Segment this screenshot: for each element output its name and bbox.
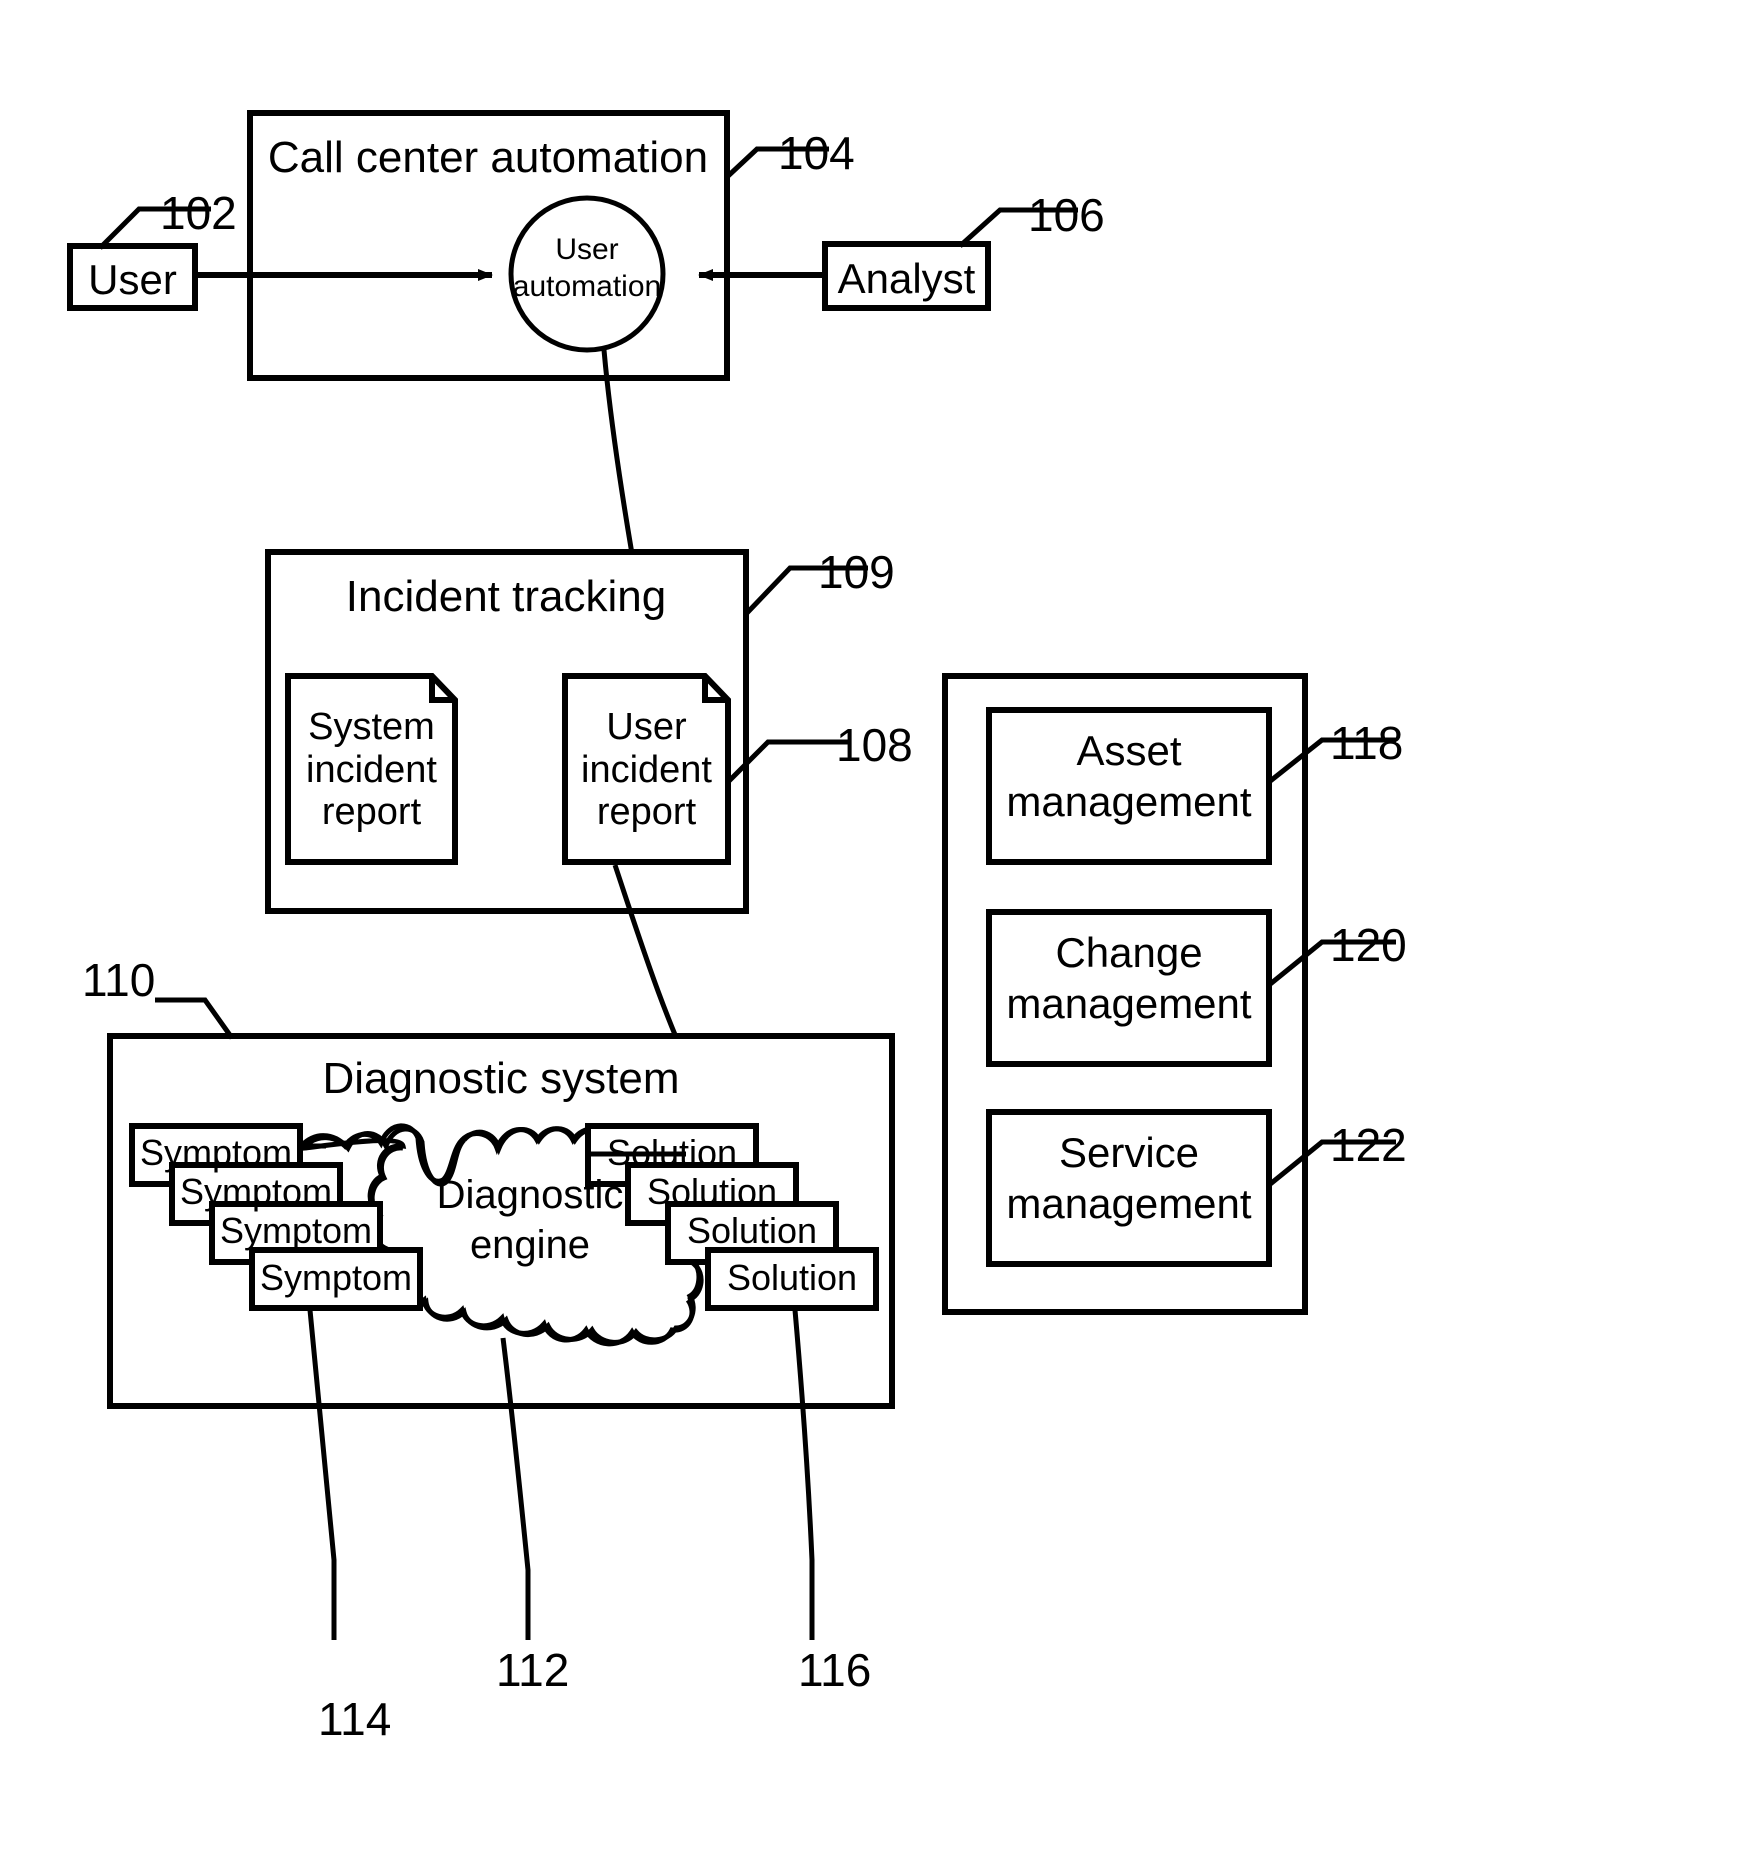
service-management-label: Service management [1006, 1129, 1252, 1228]
leader-110 [155, 997, 235, 1040]
user-label: User [88, 256, 177, 303]
solution-label-4: Solution [606, 1132, 738, 1173]
ref-numeral-108: 108 [836, 719, 913, 771]
ref-numeral-109: 109 [818, 546, 895, 598]
ref-numeral-110: 110 [82, 954, 156, 1006]
symptom-label-2: Symptom [219, 1210, 373, 1251]
user-incident-report-label: User incident report [581, 706, 712, 834]
solution-label-2: Solution [686, 1210, 818, 1251]
analyst-label: Analyst [837, 255, 976, 302]
ref-numeral-116: 116 [798, 1644, 872, 1696]
ref-numeral-122: 122 [1330, 1119, 1407, 1171]
change-management-label: Change management [1006, 929, 1252, 1028]
incident-tracking-title: Incident tracking [345, 572, 667, 621]
user-automation-label-line2: automation [512, 270, 662, 303]
system-incident-report-label: System incident report [306, 706, 437, 834]
ref-numeral-104: 104 [778, 127, 855, 179]
ref-numeral-118: 118 [1330, 717, 1404, 769]
ref-numeral-120: 120 [1330, 919, 1407, 971]
symptom-label-1: Symptom [259, 1257, 413, 1298]
ref-numeral-102: 102 [160, 187, 237, 239]
solution-label-3: Solution [646, 1171, 778, 1212]
diagnostic-system-title: Diagnostic system [322, 1054, 680, 1103]
solution-label-1: Solution [726, 1257, 858, 1298]
ref-numeral-106: 106 [1028, 189, 1105, 241]
user-automation-label-line1: User [555, 233, 619, 266]
symptom-label-3: Symptom [179, 1171, 333, 1212]
ref-numeral-112: 112 [496, 1644, 570, 1696]
asset-management-label: Asset management [1006, 727, 1252, 826]
ref-numeral-114: 114 [318, 1693, 392, 1745]
symptom-label-4: Symptom [139, 1132, 293, 1173]
call-center-automation-title: Call center automation [267, 133, 709, 182]
patent-figure: Call center automation User Analyst User… [0, 0, 1756, 1875]
